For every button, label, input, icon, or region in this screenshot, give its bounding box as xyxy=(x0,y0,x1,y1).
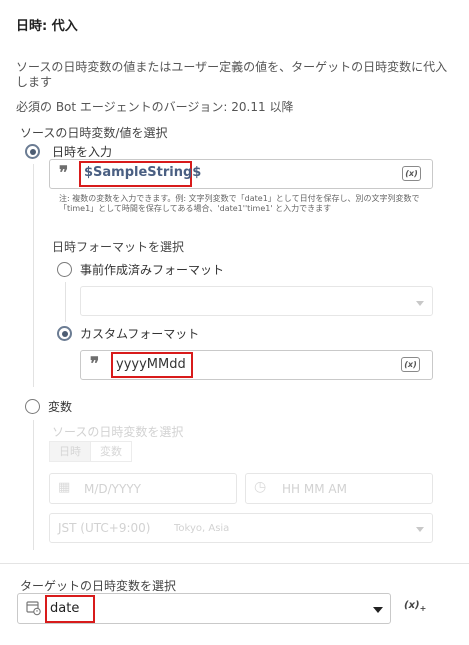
required-version: 必須の Bot エージェントのバージョン: 20.11 以降 xyxy=(16,100,294,114)
predefined-format-label: 事前作成済みフォーマット xyxy=(80,263,225,277)
timezone-city: Tokyo, Asia xyxy=(174,523,230,534)
custom-format-value: yyyyMMdd xyxy=(116,357,186,372)
chevron-down-icon xyxy=(416,527,424,532)
radio-predefined-format[interactable] xyxy=(57,262,72,277)
source-section-label: ソースの日時変数/値を選択 xyxy=(20,126,168,140)
datetime-value: $SampleString$ xyxy=(84,165,202,180)
calendar-icon: ▦ xyxy=(58,480,71,495)
chevron-down-icon xyxy=(416,301,424,306)
enter-datetime-label: 日時を入力 xyxy=(52,145,113,159)
source-group-line xyxy=(33,164,34,387)
radio-variable[interactable] xyxy=(25,399,40,414)
datetime-note: 注: 複数の変数を入力できます。例: 文字列変数で「date1」として日付を保存… xyxy=(59,194,420,213)
section-divider xyxy=(0,563,469,564)
insert-variable-icon[interactable]: (x) xyxy=(402,166,421,181)
variable-label: 変数 xyxy=(48,400,73,414)
radio-custom-format[interactable] xyxy=(57,326,72,341)
action-description: ソースの日時変数の値またはユーザー定義の値を、ターゲットの日時変数に代入します xyxy=(16,60,448,89)
segment-datetime[interactable]: 日時 xyxy=(49,441,91,462)
target-section-label: ターゲットの日時変数を選択 xyxy=(20,579,177,593)
clock-icon: ◷ xyxy=(254,479,267,495)
custom-format-input[interactable]: ❞ yyyyMMdd (x) xyxy=(80,350,433,380)
date-input[interactable]: ▦ M/D/YYYY xyxy=(49,473,237,504)
timezone-value: JST (UTC+9:00) xyxy=(58,521,151,535)
segment-variable[interactable]: 変数 xyxy=(90,441,132,462)
predefined-format-select[interactable] xyxy=(80,286,433,316)
timezone-select[interactable]: JST (UTC+9:00) Tokyo, Asia xyxy=(49,513,433,543)
format-group-line xyxy=(65,282,66,322)
chevron-down-icon xyxy=(373,607,383,613)
quote-icon: ❞ xyxy=(90,354,99,374)
custom-format-label: カスタムフォーマット xyxy=(80,327,200,341)
insert-variable-icon[interactable]: (x) xyxy=(401,357,420,372)
date-placeholder: M/D/YYYY xyxy=(84,482,141,496)
datetime-input[interactable]: ❞ $SampleString$ (x) xyxy=(49,159,433,189)
time-placeholder: HH MM AM xyxy=(282,482,347,496)
quote-icon: ❞ xyxy=(59,163,68,183)
target-value: date xyxy=(50,601,80,616)
format-section-label: 日時フォーマットを選択 xyxy=(52,240,185,254)
variable-group-line xyxy=(33,420,34,550)
insert-variable-icon[interactable]: (x)+ xyxy=(404,600,426,613)
calendar-clock-icon xyxy=(26,601,41,616)
target-variable-select[interactable]: date xyxy=(17,593,391,624)
variable-sub-label: ソースの日時変数を選択 xyxy=(52,425,184,439)
page-title: 日時: 代入 xyxy=(16,19,78,34)
radio-enter-datetime[interactable] xyxy=(25,144,40,159)
time-input[interactable]: ◷ HH MM AM xyxy=(245,473,433,504)
